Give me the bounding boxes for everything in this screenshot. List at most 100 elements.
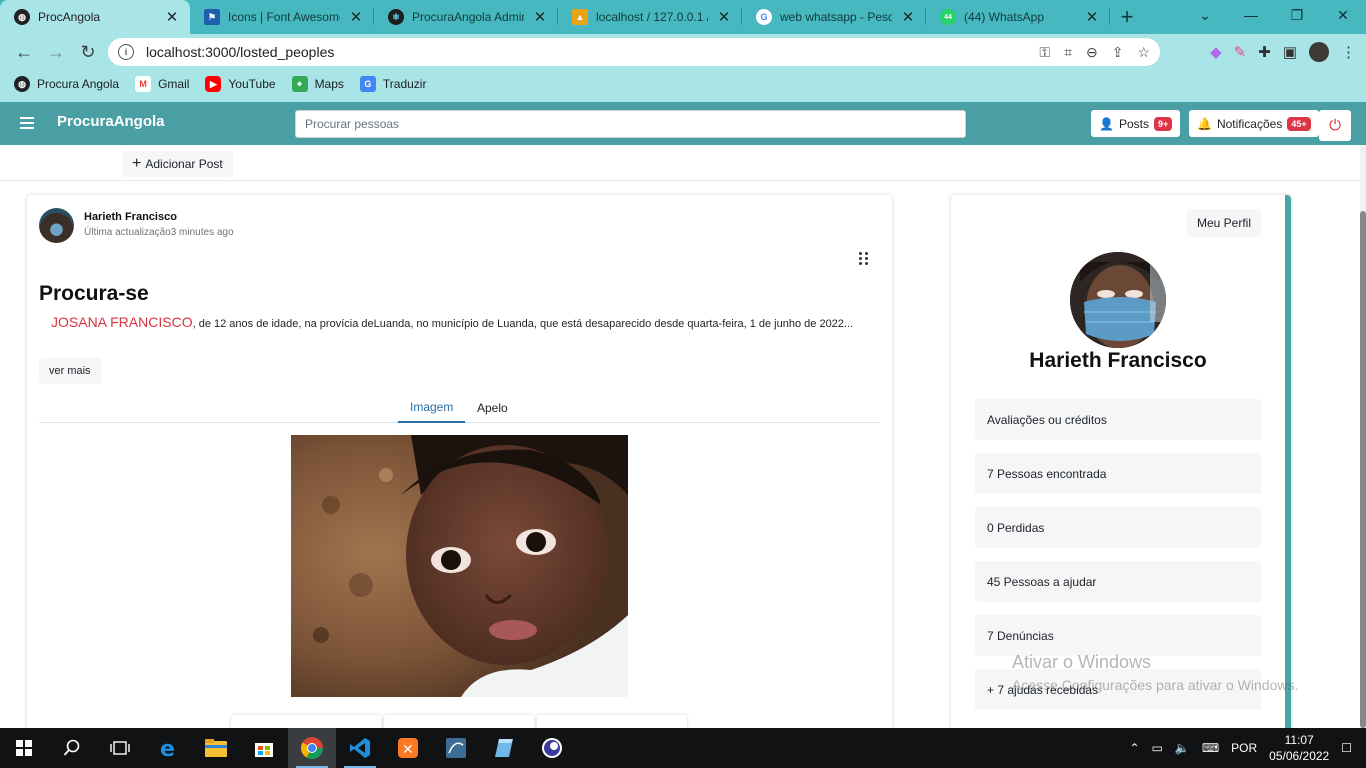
scrollbar-thumb[interactable] [1360, 211, 1366, 728]
tab-title: Icons | Font Awesome [228, 10, 340, 24]
chevron-up-icon[interactable]: ⌃ [1129, 741, 1139, 755]
share-icon[interactable]: ⇪ [1112, 44, 1124, 61]
start-icon[interactable] [0, 728, 48, 768]
phpmyadmin-icon: ▲ [572, 9, 588, 25]
language-indicator[interactable]: POR [1231, 741, 1257, 755]
search-input[interactable] [295, 110, 966, 138]
chrome-icon[interactable] [288, 728, 336, 768]
close-tab-icon[interactable]: ✕ [532, 8, 548, 26]
extensions-area: ◆ ✎ ✚ ▣ ⋮ [1210, 38, 1356, 66]
browser-tab-phpmyadmin[interactable]: ▲ localhost / 127.0.0.1 / ✕ [558, 0, 742, 34]
browser-tab-whatsapp[interactable]: 44 (44) WhatsApp ✕ [926, 0, 1110, 34]
close-tab-icon[interactable]: ✕ [348, 8, 364, 26]
notes-icon[interactable] [480, 728, 528, 768]
bookmark-translate[interactable]: G Traduzir [359, 76, 427, 92]
vscode-icon[interactable] [336, 728, 384, 768]
stat-reports[interactable]: 7 Denúncias [975, 615, 1261, 656]
author-avatar[interactable] [39, 208, 74, 243]
tab-search-icon[interactable]: ⌄ [1182, 0, 1228, 30]
post-timestamp: Última actualização3 minutes ago [84, 227, 234, 238]
bookmark-procura-angola[interactable]: ◍ Procura Angola [14, 76, 119, 92]
minimize-icon[interactable]: — [1228, 0, 1274, 30]
profile-avatar-icon[interactable] [1309, 42, 1329, 62]
task-view-icon[interactable] [96, 728, 144, 768]
missing-person-photo [291, 435, 628, 697]
zoom-icon[interactable]: ⊖ [1086, 44, 1098, 61]
keyboard-icon[interactable]: ⌨ [1202, 741, 1219, 755]
menu-icon[interactable] [20, 117, 34, 129]
power-icon[interactable]: ⏻ [1319, 110, 1351, 141]
see-more-button[interactable]: ver mais [39, 358, 101, 384]
forward-arrow-icon[interactable]: → [40, 36, 72, 68]
bookmark-star-icon[interactable]: ☆ [1137, 44, 1150, 61]
tab-title: localhost / 127.0.0.1 / [596, 10, 708, 24]
close-tab-icon[interactable]: ✕ [716, 8, 732, 26]
post-options-icon[interactable] [859, 252, 871, 266]
extension-icon[interactable]: ◆ [1210, 43, 1222, 61]
restore-icon[interactable]: ❐ [1274, 0, 1320, 30]
bookmark-label: Traduzir [382, 77, 427, 91]
tab-imagem[interactable]: Imagem [398, 393, 466, 423]
key-icon[interactable]: ⚿ [1039, 44, 1050, 61]
tab-apelo[interactable]: Apelo [477, 393, 508, 423]
browser-tab-font-awesome[interactable]: ⚑ Icons | Font Awesome ✕ [190, 0, 374, 34]
posts-button[interactable]: 👤 Posts 9+ [1091, 110, 1181, 137]
whatsapp-icon: 44 [940, 9, 956, 25]
bookmark-gmail[interactable]: M Gmail [135, 76, 189, 92]
bookmarks-bar: ◍ Procura Angola M Gmail ▶ YouTube ⌖ Map… [0, 70, 1366, 98]
workbench-icon[interactable] [432, 728, 480, 768]
svg-text:e: e [160, 737, 175, 759]
new-tab-button[interactable]: + [1110, 0, 1144, 34]
translate-icon[interactable]: ⌗ [1064, 44, 1072, 61]
url-text[interactable]: localhost:3000/losted_peoples [146, 44, 1039, 60]
bookmark-label: YouTube [228, 77, 276, 91]
close-tab-icon[interactable]: ✕ [1084, 8, 1100, 26]
browser-tab-admin[interactable]: ⚛ ProcuraAngola Admin ✕ [374, 0, 558, 34]
brand-logo[interactable]: ProcuraAngola [57, 113, 165, 130]
edge-icon[interactable]: e [144, 728, 192, 768]
bookmark-maps[interactable]: ⌖ Maps [291, 76, 344, 92]
address-bar[interactable]: i localhost:3000/losted_peoples ⚿ ⌗ ⊖ ⇪ … [108, 38, 1160, 66]
close-window-icon[interactable]: ✕ [1320, 0, 1366, 30]
my-profile-button[interactable]: Meu Perfil [1187, 209, 1262, 237]
back-arrow-icon[interactable]: ← [8, 36, 40, 68]
windows-activation-watermark: Ativar o Windows Acesse Configurações pa… [1012, 652, 1298, 693]
stat-helping[interactable]: 45 Pessoas a ajudar [975, 561, 1261, 602]
page-scrollbar[interactable] [1360, 145, 1366, 728]
color-picker-icon[interactable]: ✎ [1234, 43, 1247, 61]
add-post-button[interactable]: + Adicionar Post [122, 151, 233, 177]
bookmark-youtube[interactable]: ▶ YouTube [205, 76, 276, 92]
notification-center-icon[interactable]: ☐ [1341, 741, 1352, 755]
tab-title: ProcAngola [38, 10, 101, 24]
browser-tab-google-search[interactable]: G web whatsapp - Pesq ✕ [742, 0, 926, 34]
stat-credits[interactable]: Avaliações ou créditos [975, 399, 1261, 440]
search-icon[interactable] [48, 728, 96, 768]
react-icon: ⚛ [388, 9, 404, 25]
xampp-icon[interactable]: ✕ [384, 728, 432, 768]
reload-icon[interactable]: ↻ [72, 36, 104, 68]
menu-dots-icon[interactable]: ⋮ [1341, 43, 1356, 61]
stat-lost[interactable]: 0 Perdidas [975, 507, 1261, 548]
puzzle-icon[interactable]: ✚ [1258, 43, 1271, 61]
app-circle-icon[interactable] [528, 728, 576, 768]
close-tab-icon[interactable]: ✕ [900, 8, 916, 26]
timestamp-value: 3 minutes ago [170, 227, 234, 238]
file-explorer-icon[interactable] [192, 728, 240, 768]
close-tab-icon[interactable]: ✕ [164, 8, 180, 26]
notifications-button[interactable]: 🔔 Notificações 45+ [1189, 110, 1319, 137]
volume-icon[interactable]: 🔈 [1175, 741, 1190, 755]
author-name[interactable]: Harieth Francisco [84, 211, 177, 223]
action-bar: + Adicionar Post [0, 145, 1360, 181]
store-icon[interactable] [240, 728, 288, 768]
description-text: , de 12 anos de idade, na provícia deLua… [192, 318, 854, 330]
site-info-icon[interactable]: i [118, 44, 134, 60]
profile-name: Harieth Francisco [1029, 349, 1207, 372]
missing-person-name: JOSANA FRANCISCO [51, 314, 193, 330]
network-icon[interactable]: ▭ [1152, 741, 1163, 755]
child-photo-illustration [291, 435, 628, 697]
side-panel-icon[interactable]: ▣ [1283, 43, 1297, 61]
profile-avatar[interactable] [1070, 252, 1166, 348]
browser-tab-procangola[interactable]: ◍ ProcAngola ✕ [0, 0, 190, 34]
stat-found[interactable]: 7 Pessoas encontrada [975, 453, 1261, 494]
clock[interactable]: 11:07 05/06/2022 [1269, 732, 1329, 764]
